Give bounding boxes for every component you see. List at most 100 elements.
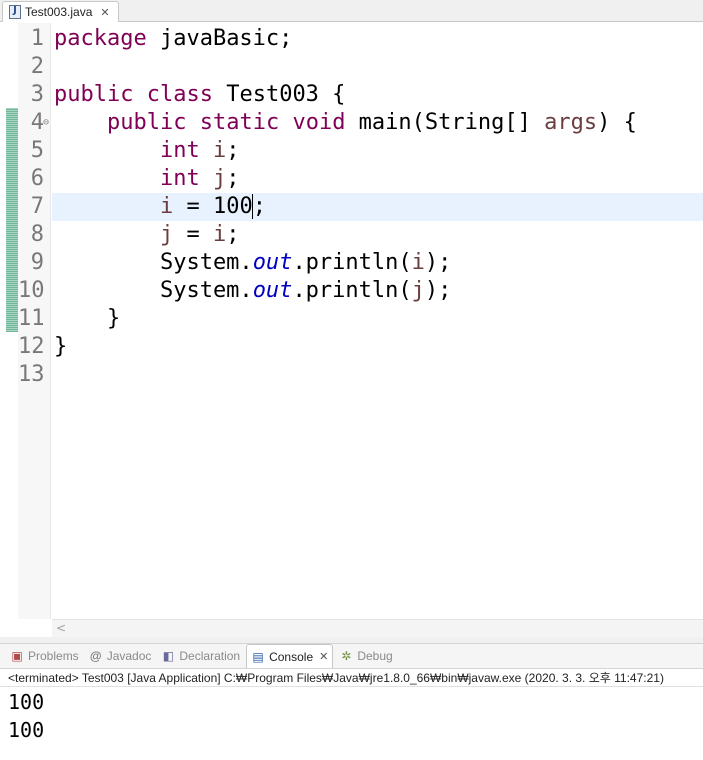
code-token: .println(	[292, 278, 412, 303]
java-file-icon: J	[9, 5, 21, 19]
code-token: args	[544, 110, 598, 135]
code-line[interactable]: 7 i = 100;	[0, 193, 703, 221]
scroll-left-icon[interactable]: <	[56, 621, 66, 635]
keyword-token: public	[106, 110, 187, 135]
code-text: }	[54, 333, 67, 361]
line-number: 3	[30, 82, 44, 107]
line-number: 11	[18, 306, 45, 331]
tab-javadoc[interactable]: @ Javadoc	[85, 644, 156, 668]
line-number: 8	[30, 222, 44, 247]
line-number: 7	[30, 194, 44, 219]
tab-declaration[interactable]: ◧ Declaration	[157, 644, 244, 668]
code-token: i	[159, 194, 174, 219]
code-text: i = 100;	[54, 193, 266, 221]
line-number: 2	[30, 54, 44, 79]
code-line[interactable]: 9 System.out.println(i);	[0, 249, 703, 277]
keyword-token: int	[159, 138, 200, 163]
line-number: 10	[18, 278, 45, 303]
view-tab-bar: ▣ Problems @ Javadoc ◧ Declaration ▤ Console ✕ ✲ D…	[0, 643, 703, 669]
close-icon[interactable]: ✕	[319, 650, 328, 663]
code-token: out	[252, 278, 293, 303]
declaration-icon: ◧	[162, 649, 175, 663]
code-token: );	[424, 250, 452, 275]
code-token: ) {	[597, 110, 637, 135]
code-editor[interactable]: 1 package javaBasic; 2 3 public class Test00…	[0, 23, 703, 637]
javadoc-icon: @	[89, 649, 102, 663]
code-token: System.	[54, 278, 253, 303]
console-process-status: <terminated> Test003 [Java Application] …	[0, 669, 703, 687]
keyword-token: package	[54, 26, 147, 51]
code-token: ;	[252, 194, 266, 219]
code-token: = 100	[173, 194, 253, 219]
code-text: package javaBasic;	[54, 25, 292, 53]
code-text: int i;	[54, 137, 240, 165]
code-line[interactable]: 4 ⊖ public static void main(String[] args…	[0, 109, 703, 137]
fold-collapse-icon[interactable]: ⊖	[43, 109, 49, 137]
code-text: System.out.println(i);	[54, 249, 451, 277]
code-token: =	[173, 222, 213, 247]
horizontal-scrollbar[interactable]: <	[52, 619, 703, 637]
line-number: 5	[30, 138, 44, 163]
code-token: ;	[226, 222, 240, 247]
console-output-line: 100	[8, 690, 45, 714]
debug-icon: ✲	[341, 649, 352, 663]
console-output-line: 100	[8, 718, 45, 742]
close-icon[interactable]: ✕	[100, 7, 109, 18]
code-token: i	[411, 250, 425, 275]
code-line[interactable]: 11 }	[0, 305, 703, 333]
code-token: System.	[54, 250, 253, 275]
code-line[interactable]: 10 System.out.println(j);	[0, 277, 703, 305]
tab-problems[interactable]: ▣ Problems	[6, 644, 83, 668]
editor-tab-test003[interactable]: J Test003.java ✕	[2, 1, 119, 22]
code-token: out	[252, 250, 293, 275]
view-tab-label: Problems	[28, 649, 79, 663]
code-line[interactable]: 8 j = i;	[0, 221, 703, 249]
code-token: Test003 {	[212, 82, 346, 107]
code-token: }	[54, 306, 121, 331]
code-token: ;	[226, 166, 240, 191]
code-token: main(String[]	[345, 110, 545, 135]
view-tab-label: Console	[269, 649, 314, 664]
code-line[interactable]: 5 int i;	[0, 137, 703, 165]
code-token: javaBasic;	[146, 26, 293, 51]
console-icon: ▤	[252, 649, 264, 664]
console-output[interactable]: 100 100	[0, 688, 703, 760]
code-line[interactable]: 13	[0, 361, 703, 389]
code-line[interactable]: 2	[0, 53, 703, 81]
problems-icon: ▣	[11, 649, 23, 663]
tab-console[interactable]: ▤ Console ✕	[246, 644, 334, 668]
view-tab-label: Declaration	[179, 649, 241, 663]
code-text: int j;	[54, 165, 240, 193]
view-tab-label: Javadoc	[106, 649, 152, 663]
editor-tab-bar: J Test003.java ✕	[0, 0, 703, 22]
code-line[interactable]: 3 public class Test003 {	[0, 81, 703, 109]
keyword-token: int	[159, 166, 200, 191]
code-text: public class Test003 {	[54, 81, 345, 109]
code-token: i	[212, 222, 227, 247]
line-number: 12	[18, 334, 45, 359]
line-number: 9	[30, 250, 44, 275]
line-number: 13	[18, 362, 45, 387]
code-line[interactable]: 1 package javaBasic;	[0, 25, 703, 53]
code-token: j	[159, 222, 174, 247]
view-tab-label: Debug	[357, 649, 393, 663]
code-line[interactable]: 6 int j;	[0, 165, 703, 193]
code-token: }	[54, 334, 68, 359]
tab-debug[interactable]: ✲ Debug	[335, 644, 396, 668]
code-token: j	[411, 278, 425, 303]
keyword-token: static	[199, 110, 280, 135]
code-line[interactable]: 12}	[0, 333, 703, 361]
code-token: i	[212, 138, 227, 163]
code-text: public static void main(String[] args) {	[54, 109, 637, 137]
code-text: }	[54, 305, 120, 333]
code-token: );	[424, 278, 452, 303]
code-token: j	[212, 166, 227, 191]
code-token: ;	[226, 138, 240, 163]
